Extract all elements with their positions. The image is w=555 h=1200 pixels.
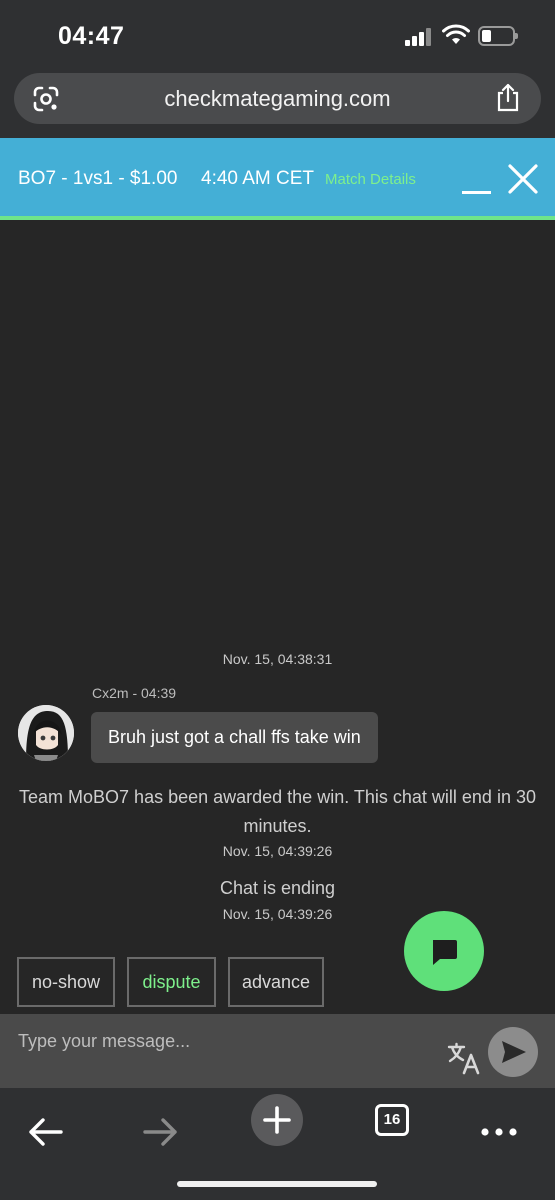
status-time: 04:47 — [58, 22, 125, 50]
screen: 04:47 checkmategaming.com BO7 - 1vs1 - $… — [0, 0, 555, 1200]
dispute-button[interactable]: dispute — [127, 957, 216, 1007]
back-arrow-icon[interactable] — [17, 1104, 73, 1160]
send-icon — [502, 1041, 526, 1063]
message-input[interactable] — [0, 1014, 440, 1088]
match-title: BO7 - 1vs1 - $1.00 — [18, 168, 178, 189]
match-details-link[interactable]: Match Details — [325, 171, 416, 188]
minimize-icon[interactable] — [459, 164, 493, 198]
share-icon[interactable] — [495, 83, 521, 113]
system-message: Team MoBO7 has been awarded the win. Thi… — [19, 787, 536, 836]
more-icon[interactable] — [471, 1104, 527, 1160]
chat-message-bubble: Bruh just got a chall ffs take win — [91, 712, 378, 763]
match-time: 4:40 AM CET — [201, 168, 314, 189]
send-button[interactable] — [488, 1027, 538, 1077]
translate-icon[interactable] — [446, 1040, 482, 1076]
system-message: Chat is ending — [219, 878, 336, 898]
home-indicator — [177, 1181, 377, 1187]
message-sender: Cx2m - 04:39 — [92, 685, 177, 701]
signal-icon — [405, 28, 433, 46]
new-tab-icon[interactable] — [249, 1092, 305, 1148]
chat-icon — [433, 940, 457, 965]
battery-icon — [478, 26, 518, 46]
advance-button[interactable]: advance — [228, 957, 324, 1007]
no-show-button[interactable]: no-show — [17, 957, 115, 1007]
system-message-timestamp: Nov. 15, 04:39:26 — [222, 843, 333, 859]
close-icon[interactable] — [506, 162, 540, 196]
forward-arrow-icon[interactable] — [133, 1104, 189, 1160]
chat-timestamp: Nov. 15, 04:38:31 — [222, 651, 333, 667]
url-text[interactable]: checkmategaming.com — [14, 86, 541, 112]
browser-top-bar: 04:47 checkmategaming.com — [0, 0, 555, 138]
avatar — [18, 705, 74, 761]
chat-toggle-button[interactable] — [404, 911, 484, 991]
url-bar[interactable]: checkmategaming.com — [14, 73, 541, 124]
tabs-count-button[interactable]: 16 — [375, 1104, 409, 1136]
match-header: BO7 - 1vs1 - $1.00 4:40 AM CET Match Det… — [0, 138, 555, 220]
wifi-icon — [442, 24, 470, 44]
